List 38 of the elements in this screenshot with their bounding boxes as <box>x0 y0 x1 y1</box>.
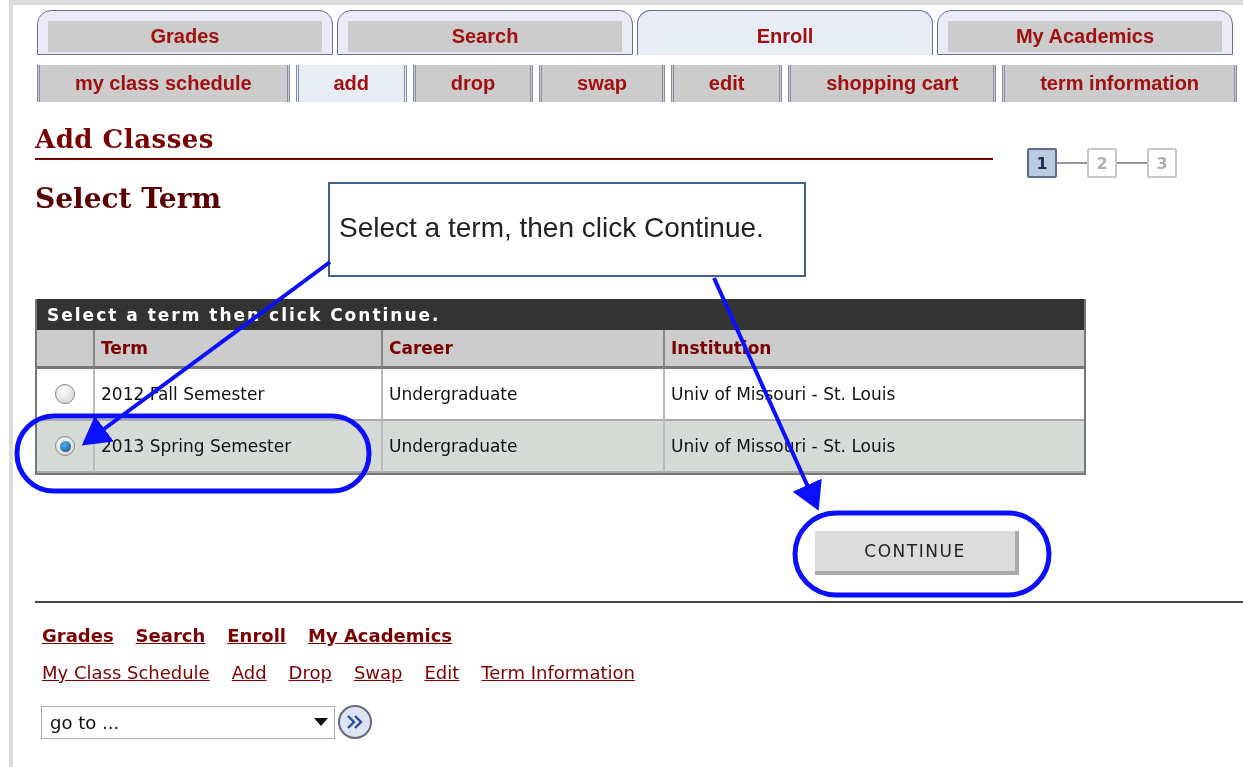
goto-dropdown[interactable]: go to ... <box>41 705 335 739</box>
nav-tab[interactable]: Grades <box>37 10 333 55</box>
table-cell: Undergraduate <box>381 369 663 421</box>
radio-button[interactable] <box>55 436 75 456</box>
caret-icon <box>314 718 328 726</box>
footer-link[interactable]: Search <box>135 625 206 646</box>
footer-link[interactable]: Edit <box>424 662 460 683</box>
step-indicator: 1 <box>1027 148 1057 178</box>
footer-link[interactable]: Drop <box>288 662 332 683</box>
sub-tab[interactable]: term information <box>1002 65 1237 102</box>
sub-tab[interactable]: shopping cart <box>788 65 997 102</box>
footer-link[interactable]: Swap <box>353 662 403 683</box>
sub-tab[interactable]: my class schedule <box>37 65 290 102</box>
sub-tab[interactable]: drop <box>412 65 534 102</box>
section-title: Select Term <box>35 182 223 215</box>
nav-tab[interactable]: Search <box>337 10 633 55</box>
footer-link[interactable]: Add <box>231 662 267 683</box>
step-indicator: 2 <box>1087 148 1117 178</box>
sub-tab[interactable]: edit <box>670 65 783 102</box>
footer-link[interactable]: Enroll <box>227 625 286 646</box>
callout-box: Select a term, then click Continue. <box>328 182 806 277</box>
footer-link[interactable]: My Academics <box>308 625 453 646</box>
double-chevron-icon <box>346 714 364 730</box>
column-header: Career <box>381 330 663 369</box>
page-title: Add Classes <box>35 124 215 154</box>
footer-link[interactable]: Grades <box>42 625 114 646</box>
sub-tab[interactable]: swap <box>539 65 665 102</box>
footer-link[interactable]: My Class Schedule <box>42 662 210 683</box>
column-header: Term <box>93 330 381 369</box>
nav-tab[interactable]: Enroll <box>637 10 933 55</box>
continue-button[interactable]: CONTINUE <box>815 531 1019 575</box>
nav-tab[interactable]: My Academics <box>937 10 1233 55</box>
go-button[interactable] <box>338 705 372 739</box>
table-cell: Undergraduate <box>381 421 663 473</box>
sub-tab[interactable]: add <box>295 65 407 102</box>
step-indicator: 3 <box>1147 148 1177 178</box>
radio-button[interactable] <box>55 384 75 404</box>
footer-link[interactable]: Term Information <box>481 662 635 683</box>
